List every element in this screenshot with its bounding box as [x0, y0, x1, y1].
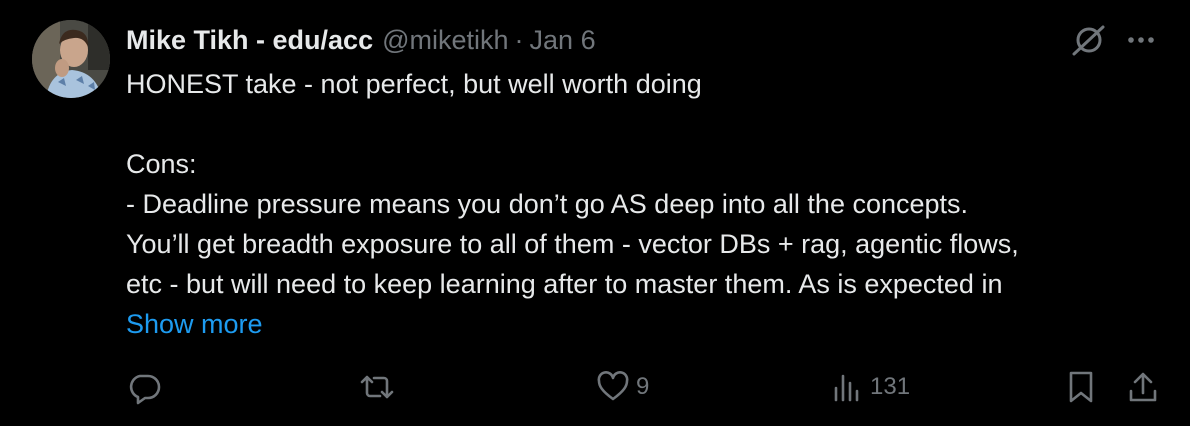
- share-icon: [1126, 369, 1160, 405]
- grok-icon[interactable]: [1070, 21, 1108, 59]
- reply-icon: [126, 369, 162, 405]
- share-button[interactable]: [1126, 366, 1160, 408]
- views-button[interactable]: 131: [832, 366, 910, 408]
- tweet: Mike Tikh - edu/acc @miketikh · Jan 6 HO…: [0, 0, 1190, 426]
- like-icon: [596, 370, 630, 404]
- views-count: 131: [870, 373, 911, 400]
- tweet-header: Mike Tikh - edu/acc @miketikh · Jan 6: [126, 22, 596, 58]
- tweet-text-line: [126, 104, 1166, 144]
- like-button[interactable]: 9: [596, 366, 649, 408]
- bookmark-button[interactable]: [1066, 366, 1096, 408]
- tweet-text-line: HONEST take - not perfect, but well wort…: [126, 69, 702, 99]
- show-more-link[interactable]: Show more: [126, 309, 263, 339]
- more-icon[interactable]: [1124, 26, 1158, 54]
- author-display-name[interactable]: Mike Tikh - edu/acc: [126, 25, 373, 56]
- views-icon: [832, 370, 864, 404]
- retweet-icon: [356, 369, 398, 405]
- author-handle[interactable]: @miketikh: [382, 25, 508, 56]
- tweet-text-line: - Deadline pressure means you don’t go A…: [126, 189, 969, 219]
- tweet-text-line: etc - but will need to keep learning aft…: [126, 269, 1003, 299]
- bookmark-icon: [1066, 369, 1096, 405]
- tweet-text-line: You’ll get breadth exposure to all of th…: [126, 229, 1019, 259]
- separator-dot: ·: [514, 24, 524, 55]
- like-count: 9: [636, 373, 650, 400]
- tweet-text-line: Cons:: [126, 149, 197, 179]
- tweet-text: HONEST take - not perfect, but well wort…: [126, 64, 1166, 344]
- avatar[interactable]: [32, 20, 110, 98]
- reply-button[interactable]: [126, 366, 162, 408]
- retweet-button[interactable]: [356, 366, 398, 408]
- tweet-date[interactable]: Jan 6: [530, 25, 596, 56]
